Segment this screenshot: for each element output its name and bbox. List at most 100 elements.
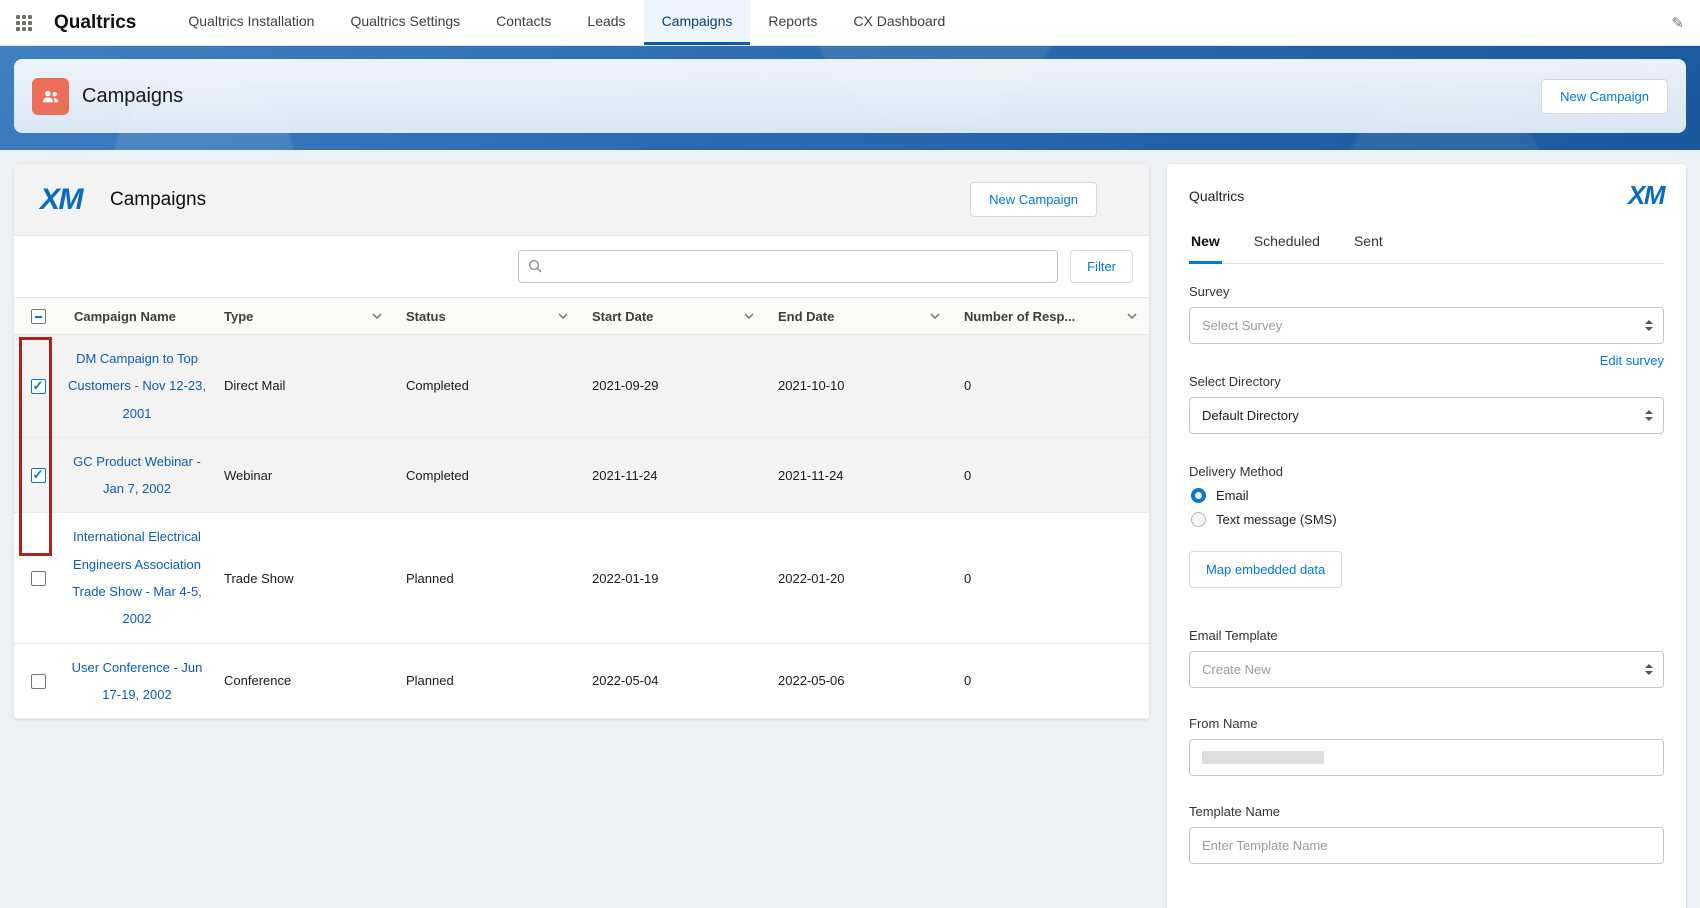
nav-tab-qualtrics-settings[interactable]: Qualtrics Settings <box>332 0 478 45</box>
campaign-name-link[interactable]: GC Product Webinar - Jan 7, 2002 <box>73 454 201 496</box>
map-embedded-data-button[interactable]: Map embedded data <box>1189 551 1342 588</box>
cell-end-date: 2021-10-10 <box>766 335 952 438</box>
cell-responses: 0 <box>952 513 1149 643</box>
cell-responses: 0 <box>952 437 1149 513</box>
nav-tab-campaigns[interactable]: Campaigns <box>644 0 751 45</box>
stepper-icon <box>1645 664 1653 675</box>
campaigns-table-wrap: Campaign Name Type Status Start Date End… <box>14 297 1149 719</box>
qualtrics-tabs: New Scheduled Sent <box>1189 223 1664 264</box>
radio-unselected-icon <box>1191 512 1206 527</box>
row-checkbox[interactable] <box>31 468 46 483</box>
cell-end-date: 2021-11-24 <box>766 437 952 513</box>
campaigns-table: Campaign Name Type Status Start Date End… <box>14 297 1149 719</box>
select-all-checkbox-indeterminate[interactable] <box>31 309 46 324</box>
column-header-start-date[interactable]: Start Date <box>580 298 766 335</box>
row-checkbox[interactable] <box>31 379 46 394</box>
radio-selected-icon <box>1191 488 1206 503</box>
campaign-name-link[interactable]: DM Campaign to Top Customers - Nov 12-23… <box>68 351 206 421</box>
chevron-down-icon <box>372 313 382 319</box>
tab-new[interactable]: New <box>1189 223 1222 264</box>
directory-select[interactable]: Default Directory <box>1189 397 1664 434</box>
campaigns-panel-header: XM Campaigns New Campaign <box>14 164 1149 236</box>
xm-logo: XM <box>40 183 82 217</box>
filter-button[interactable]: Filter <box>1070 250 1133 283</box>
column-header-end-date[interactable]: End Date <box>766 298 952 335</box>
new-campaign-button-panel[interactable]: New Campaign <box>970 182 1097 217</box>
qualtrics-panel-title: Qualtrics <box>1189 188 1244 204</box>
brand-logo: Qualtrics <box>54 12 136 34</box>
search-box <box>518 250 1058 283</box>
nav-tab-reports[interactable]: Reports <box>750 0 835 45</box>
cell-type: Direct Mail <box>212 335 394 438</box>
cell-start-date: 2022-01-19 <box>580 513 766 643</box>
cell-start-date: 2021-09-29 <box>580 335 766 438</box>
nav-tabs: Qualtrics Installation Qualtrics Setting… <box>170 0 963 45</box>
cell-end-date: 2022-01-20 <box>766 513 952 643</box>
email-template-select[interactable]: Create New <box>1189 651 1664 688</box>
app-launcher-icon[interactable] <box>16 15 32 31</box>
page-title: Campaigns <box>82 85 183 108</box>
cell-responses: 0 <box>952 335 1149 438</box>
redacted-value <box>1202 751 1324 764</box>
table-row: GC Product Webinar - Jan 7, 2002 Webinar… <box>14 437 1149 513</box>
directory-label: Select Directory <box>1189 374 1664 389</box>
delivery-option-email[interactable]: Email <box>1191 488 1662 503</box>
from-name-input[interactable] <box>1189 739 1664 776</box>
column-header-status[interactable]: Status <box>394 298 580 335</box>
table-row: User Conference - Jun 17-19, 2002 Confer… <box>14 643 1149 719</box>
cell-status: Completed <box>394 335 580 438</box>
nav-tab-contacts[interactable]: Contacts <box>478 0 569 45</box>
page-header-card: Campaigns New Campaign <box>14 59 1686 133</box>
delivery-method-label: Delivery Method <box>1189 464 1664 479</box>
stepper-icon <box>1645 320 1653 331</box>
search-input[interactable] <box>518 250 1058 283</box>
survey-select[interactable]: Select Survey <box>1189 307 1664 344</box>
column-header-number-of-responses[interactable]: Number of Resp... <box>952 298 1149 335</box>
edit-pencil-icon[interactable]: ✎ <box>1671 14 1684 32</box>
chevron-down-icon <box>1127 313 1137 319</box>
tab-sent[interactable]: Sent <box>1352 223 1385 263</box>
cell-responses: 0 <box>952 643 1149 719</box>
search-icon <box>528 259 542 273</box>
from-name-label: From Name <box>1189 716 1664 731</box>
table-row: International Electrical Engineers Assoc… <box>14 513 1149 643</box>
stepper-icon <box>1645 410 1653 421</box>
cell-end-date: 2022-05-06 <box>766 643 952 719</box>
survey-label: Survey <box>1189 284 1664 299</box>
main-content: XM Campaigns New Campaign Filter <box>0 150 1700 908</box>
column-header-campaign-name[interactable]: Campaign Name <box>62 298 212 335</box>
global-nav: Qualtrics Qualtrics Installation Qualtri… <box>0 0 1700 46</box>
new-campaign-button-header[interactable]: New Campaign <box>1541 79 1668 114</box>
header-select-all[interactable] <box>14 298 62 335</box>
template-name-label: Template Name <box>1189 804 1664 819</box>
nav-tab-qualtrics-installation[interactable]: Qualtrics Installation <box>170 0 332 45</box>
campaigns-object-icon <box>32 78 69 115</box>
campaign-name-link[interactable]: User Conference - Jun 17-19, 2002 <box>72 660 203 702</box>
nav-tab-cx-dashboard[interactable]: CX Dashboard <box>835 0 963 45</box>
page-header-band: Campaigns New Campaign <box>0 46 1700 150</box>
column-header-type[interactable]: Type <box>212 298 394 335</box>
table-row: DM Campaign to Top Customers - Nov 12-23… <box>14 335 1149 438</box>
nav-tab-leads[interactable]: Leads <box>569 0 643 45</box>
cell-type: Conference <box>212 643 394 719</box>
chevron-down-icon <box>930 313 940 319</box>
cell-start-date: 2022-05-04 <box>580 643 766 719</box>
campaign-name-link[interactable]: International Electrical Engineers Assoc… <box>72 529 202 626</box>
cell-start-date: 2021-11-24 <box>580 437 766 513</box>
tab-scheduled[interactable]: Scheduled <box>1252 223 1322 263</box>
campaigns-panel-title: Campaigns <box>110 189 206 211</box>
edit-survey-link[interactable]: Edit survey <box>1189 353 1664 368</box>
search-row: Filter <box>14 236 1149 287</box>
email-template-label: Email Template <box>1189 628 1664 643</box>
chevron-down-icon <box>558 313 568 319</box>
qualtrics-panel: Qualtrics XM New Scheduled Sent Survey S… <box>1167 164 1686 908</box>
cell-type: Trade Show <box>212 513 394 643</box>
row-checkbox[interactable] <box>31 674 46 689</box>
row-checkbox[interactable] <box>31 571 46 586</box>
cell-status: Planned <box>394 513 580 643</box>
template-name-input[interactable] <box>1189 827 1664 864</box>
table-header-row: Campaign Name Type Status Start Date End… <box>14 298 1149 335</box>
xm-logo: XM <box>1628 180 1664 211</box>
cell-status: Completed <box>394 437 580 513</box>
delivery-option-sms[interactable]: Text message (SMS) <box>1191 512 1662 527</box>
